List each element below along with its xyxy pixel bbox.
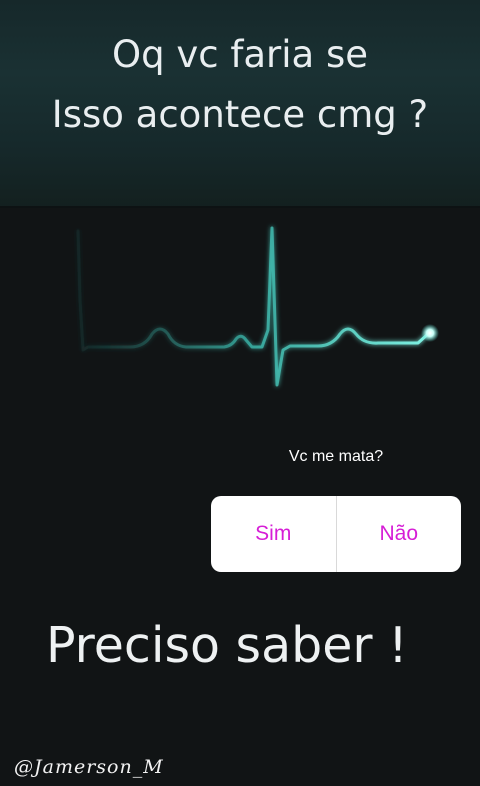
caption-text: Preciso saber ! [46, 617, 408, 674]
heartbeat-ecg-line [76, 226, 439, 387]
author-signature: @Jamerson_M [14, 756, 164, 778]
headline-line-1: Oq vc faria se [111, 33, 369, 76]
ecg-glow-dot [421, 324, 439, 342]
poll-question: Vc me mata? [288, 448, 384, 465]
headline-line-2: Isso acontece cmg ? [51, 93, 429, 136]
poll-option-sim[interactable]: Sim [211, 496, 336, 572]
poll-sticker: Sim Não [211, 496, 461, 572]
poll-option-nao[interactable]: Não [337, 496, 462, 572]
story-screen: Oq vc faria se Isso acontece cmg ? Vc me… [0, 0, 480, 786]
